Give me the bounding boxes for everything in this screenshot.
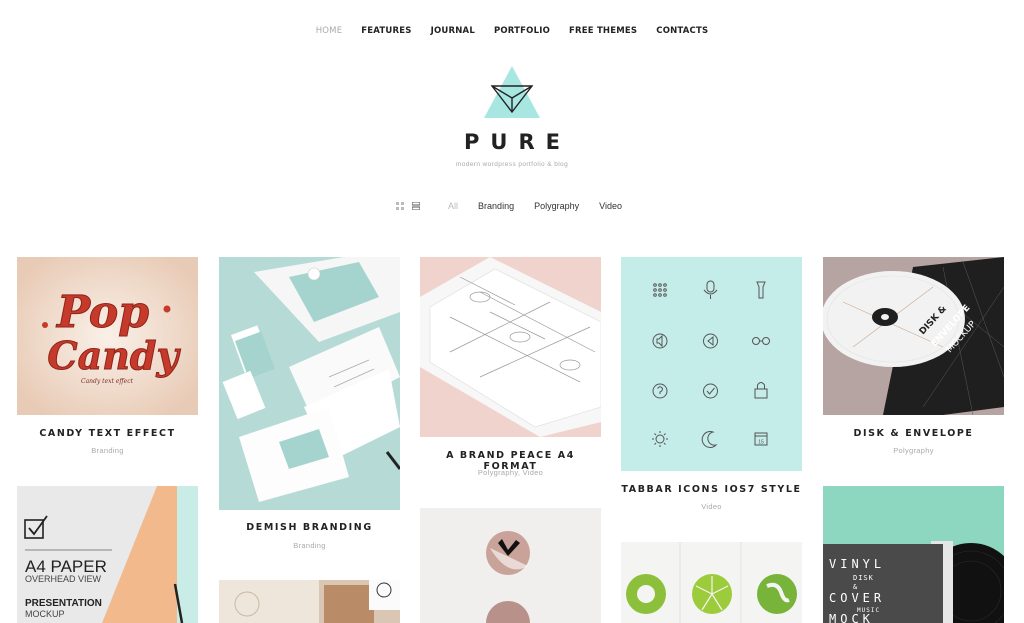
portfolio-category[interactable]: Branding — [219, 541, 400, 550]
portfolio-thumb-vinyl[interactable]: VINYL DISK & COVER MUSIC MOCK — [823, 486, 1004, 623]
nav-home[interactable]: HOME — [316, 26, 343, 36]
nav-features[interactable]: FEATURES — [361, 26, 411, 36]
svg-text:Candy: Candy — [47, 333, 181, 378]
portfolio-category[interactable]: Branding — [17, 446, 198, 455]
main-nav: HOME FEATURES JOURNAL PORTFOLIO FREE THE… — [0, 26, 1024, 36]
portfolio-thumb-stationery[interactable] — [219, 580, 400, 623]
portfolio-thumb-disk-envelope[interactable]: DISK & ENVELOPE MOCKUP — [823, 257, 1004, 415]
filter-polygraphy[interactable]: Polygraphy — [534, 201, 579, 211]
svg-text:OVERHEAD VIEW: OVERHEAD VIEW — [25, 574, 102, 584]
svg-text:VINYL: VINYL — [829, 557, 885, 571]
list-view-icon[interactable] — [412, 202, 421, 210]
portfolio-thumb-logos[interactable] — [621, 542, 802, 623]
portfolio-filters: All Branding Polygraphy Video — [0, 201, 1024, 211]
svg-text:Candy text effect: Candy text effect — [81, 378, 134, 385]
portfolio-thumb-brand-peace[interactable] — [420, 257, 601, 437]
grid-view-icon[interactable] — [396, 202, 405, 210]
site-title[interactable]: PURE — [0, 130, 1024, 154]
svg-text:MOCKUP: MOCKUP — [25, 609, 65, 619]
portfolio-category[interactable]: Polygraphy — [823, 446, 1004, 455]
portfolio-thumb-candy[interactable]: Pop Candy Candy text effect — [17, 257, 198, 415]
logo-icon[interactable] — [482, 64, 542, 120]
portfolio-thumb-tabbar-icons[interactable]: 15 — [621, 257, 802, 471]
svg-text:15: 15 — [758, 440, 764, 446]
portfolio-title[interactable]: TABBAR ICONS IOS7 STYLE — [621, 484, 802, 495]
portfolio-title[interactable]: CANDY TEXT EFFECT — [17, 428, 198, 439]
portfolio-category[interactable]: Video — [621, 502, 802, 511]
nav-journal[interactable]: JOURNAL — [431, 26, 475, 36]
nav-contacts[interactable]: CONTACTS — [656, 26, 708, 36]
svg-text:MOCK: MOCK — [829, 612, 874, 623]
portfolio-category[interactable]: Polygraphy, Video — [420, 468, 601, 477]
portfolio-title[interactable]: DEMISH BRANDING — [219, 522, 400, 533]
nav-portfolio[interactable]: PORTFOLIO — [494, 26, 550, 36]
portfolio-title[interactable]: DISK & ENVELOPE — [823, 428, 1004, 439]
portfolio-thumb-a4-paper[interactable]: A4 PAPER OVERHEAD VIEW PRESENTATION MOCK… — [17, 486, 198, 623]
filter-branding[interactable]: Branding — [478, 201, 514, 211]
svg-text:PRESENTATION: PRESENTATION — [25, 598, 102, 609]
site-tagline: modern wordpress portfolio & blog — [455, 161, 569, 168]
filter-video[interactable]: Video — [599, 201, 622, 211]
svg-text:DISK: DISK — [853, 574, 874, 582]
svg-text:Pop: Pop — [55, 287, 149, 338]
portfolio-thumb-stickers[interactable] — [420, 508, 601, 623]
portfolio-thumb-demish[interactable] — [219, 257, 400, 510]
nav-free-themes[interactable]: FREE THEMES — [569, 26, 637, 36]
filter-all[interactable]: All — [448, 201, 458, 211]
svg-text:COVER: COVER — [829, 591, 885, 605]
